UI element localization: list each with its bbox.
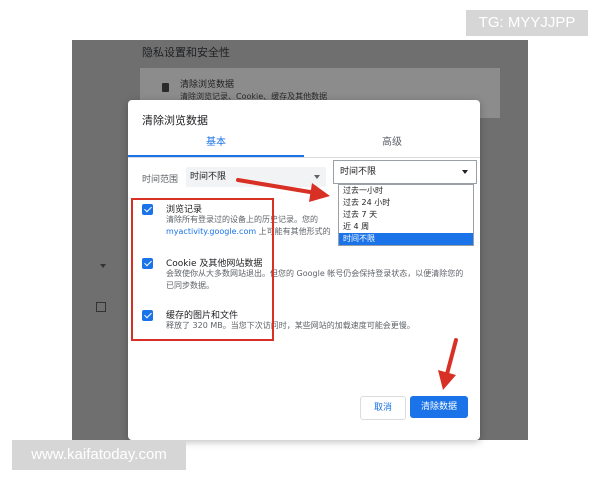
- annotation-arrows: [236, 178, 458, 390]
- watermark-top: TG: MYYJJPP: [466, 10, 588, 36]
- watermark-bottom: www.kaifatoday.com: [12, 440, 186, 470]
- arrow-to-dropdown: [236, 178, 330, 202]
- arrow-to-clear-button: [438, 338, 458, 390]
